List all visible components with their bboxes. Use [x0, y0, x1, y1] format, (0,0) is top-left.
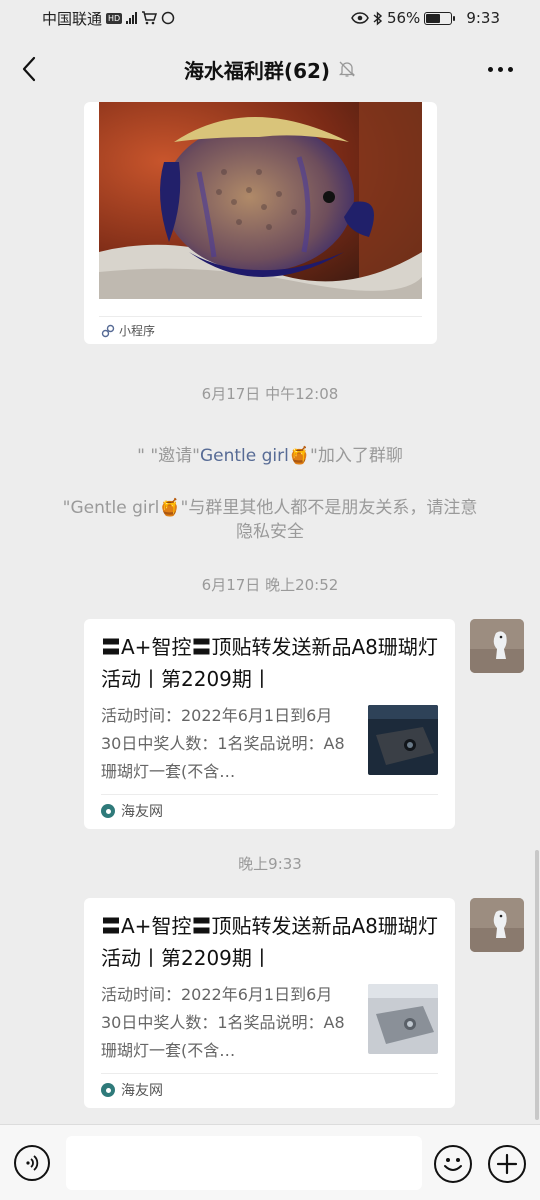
divider — [101, 1073, 438, 1074]
emoji-button[interactable] — [434, 1145, 472, 1183]
avatar[interactable] — [470, 898, 524, 952]
link-card-footer: 海友网 — [101, 801, 163, 821]
input-bar — [0, 1124, 540, 1200]
fish-image — [99, 102, 422, 299]
chevron-left-icon — [22, 56, 36, 82]
status-left: 中国联通 HD — [42, 8, 175, 29]
link-card[interactable]: 〓A+智控〓顶贴转发送新品A8珊瑚灯活动丨第2209期丨 活动时间：2022年6… — [84, 619, 455, 829]
link-card-source: 海友网 — [121, 804, 163, 820]
circle-icon — [161, 11, 175, 25]
honey-emoji-icon: 🍯 — [288, 446, 311, 466]
voice-icon — [26, 1155, 39, 1171]
battery-icon — [424, 11, 456, 25]
signal-icon — [126, 12, 138, 24]
chat-message-list[interactable]: 小程序 6月17日 中午12:08 " "邀请"Gentle girl🍯"加入了… — [0, 102, 540, 1124]
link-card-description: 活动时间：2022年6月1日到6月30日中奖人数：1名奖品说明：A8珊瑚灯一套(… — [101, 706, 345, 781]
eye-icon — [351, 12, 369, 24]
hd-badge: HD — [106, 12, 123, 24]
avatar[interactable] — [470, 619, 524, 673]
privacy-line2: 隐私安全 — [236, 522, 304, 542]
system-notice-invite: " "邀请"Gentle girl🍯"加入了群聊 — [0, 444, 540, 468]
chat-header: 海水福利群(62) — [0, 36, 540, 102]
voice-button[interactable] — [14, 1145, 50, 1181]
mini-program-label: 小程序 — [119, 324, 156, 338]
system-notice-privacy: "Gentle girl🍯"与群里其他人都不是朋友关系，请注意 隐私安全 — [0, 496, 540, 544]
status-right: 56% 9:33 — [351, 9, 500, 27]
chat-title: 海水福利群(62) — [183, 58, 331, 83]
battery-percent: 56% — [386, 9, 421, 27]
source-logo-icon — [101, 1083, 115, 1097]
timestamp: 6月17日 晚上20:52 — [201, 576, 339, 594]
link-card-description: 活动时间：2022年6月1日到6月30日中奖人数：1名奖品说明：A8珊瑚灯一套(… — [101, 985, 345, 1060]
link-card-source: 海友网 — [121, 1083, 163, 1099]
scrollbar[interactable] — [535, 850, 539, 1120]
link-card-title: 〓A+智控〓顶贴转发送新品A8珊瑚灯活动丨第2209期丨 — [101, 914, 438, 970]
more-dots-icon — [487, 66, 493, 72]
timestamp: 晚上9:33 — [238, 855, 302, 873]
honey-emoji-icon: 🍯 — [159, 498, 181, 518]
link-card-thumbnail — [368, 705, 438, 775]
more-button[interactable] — [482, 54, 518, 84]
privacy-line1: "Gentle girl — [62, 498, 160, 518]
back-button[interactable] — [14, 52, 44, 86]
invite-suffix: "加入了群聊 — [310, 446, 403, 466]
timestamp: 6月17日 中午12:08 — [201, 385, 339, 403]
status-bar: 中国联通 HD 56% 9:33 — [0, 0, 540, 36]
message-input[interactable] — [66, 1136, 422, 1190]
invitee-name-link[interactable]: Gentle girl — [200, 446, 289, 466]
divider — [101, 794, 438, 795]
chat-title-group: 海水福利群(62) — [184, 55, 356, 84]
cart-icon — [141, 11, 158, 25]
clock: 9:33 — [466, 9, 500, 27]
mini-program-footer: 小程序 — [101, 322, 155, 339]
link-card-footer: 海友网 — [101, 1080, 163, 1100]
source-logo-icon — [101, 804, 115, 818]
bell-off-icon — [338, 61, 356, 77]
invite-prefix: " "邀请" — [137, 446, 200, 466]
plus-button[interactable] — [488, 1145, 526, 1183]
plus-icon — [496, 1153, 518, 1175]
mini-program-icon — [101, 324, 115, 337]
bluetooth-icon — [373, 10, 383, 26]
carrier-label: 中国联通 — [42, 9, 103, 28]
link-card-thumbnail — [368, 984, 438, 1054]
link-card-title: 〓A+智控〓顶贴转发送新品A8珊瑚灯活动丨第2209期丨 — [101, 635, 438, 691]
divider — [99, 316, 422, 317]
emoji-icon — [444, 1158, 462, 1171]
link-card[interactable]: 〓A+智控〓顶贴转发送新品A8珊瑚灯活动丨第2209期丨 活动时间：2022年6… — [84, 898, 455, 1108]
mini-program-card[interactable]: 小程序 — [84, 102, 437, 344]
privacy-line1-rest: "与群里其他人都不是朋友关系，请注意 — [180, 498, 478, 518]
